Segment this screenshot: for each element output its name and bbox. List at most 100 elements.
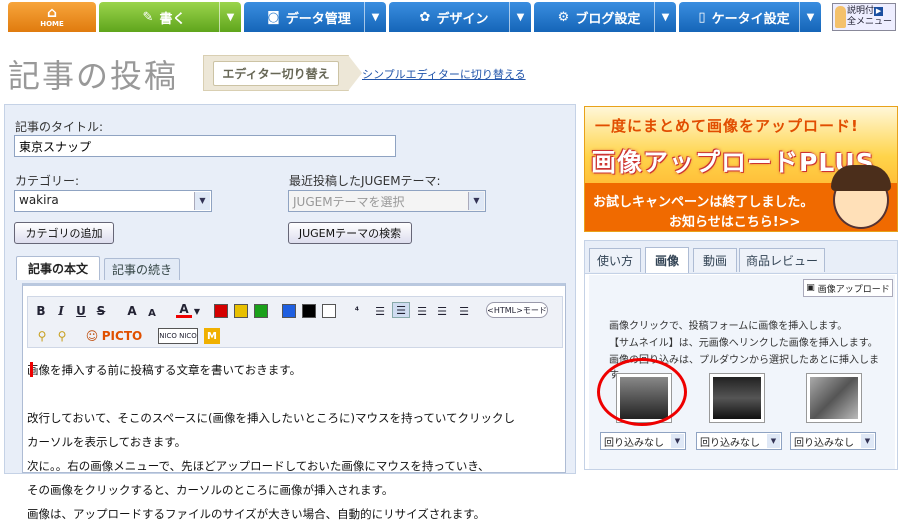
editor-line: 画像を挿入する前に投稿する文章を書いておきます。 bbox=[27, 363, 302, 377]
editor-area: B I U S A A A ▼ ⁴ ☰ ☰ ☰ ☰ ☰ <HTML>モード ⚲ … bbox=[22, 283, 566, 520]
editor-line: その画像をクリックすると、カーソルのところに画像が挿入されます。 bbox=[27, 483, 394, 497]
page-title: 記事の投稿 bbox=[8, 57, 179, 95]
banner-line-3: お試しキャンペーンは終了しました。 bbox=[593, 195, 814, 210]
title-input[interactable]: 東京スナップ bbox=[14, 135, 396, 157]
strikethrough-button[interactable]: S bbox=[94, 303, 108, 319]
editor-switch-label: エディター切り替え bbox=[213, 60, 339, 86]
underline-button[interactable]: U bbox=[74, 303, 88, 319]
tab-video[interactable]: 動画 bbox=[693, 248, 737, 272]
search-jugem-button[interactable]: JUGEMテーマの検索 bbox=[288, 222, 412, 244]
font-size-down-button[interactable]: A bbox=[146, 305, 158, 321]
color-swatch-yellow[interactable] bbox=[234, 304, 248, 318]
gear-icon: ⚙ bbox=[557, 9, 570, 25]
image-thumbnail[interactable] bbox=[806, 373, 862, 423]
help-label-2: 全メニュー bbox=[847, 17, 893, 27]
banner-line-4: お知らせはこちら!>> bbox=[669, 215, 801, 230]
wrap-select[interactable]: 回り込みなし ▼ bbox=[790, 432, 876, 450]
camera-icon: ◙ bbox=[267, 9, 280, 25]
chevron-down-icon[interactable]: ▼ bbox=[799, 2, 821, 32]
color-swatch-white[interactable] bbox=[322, 304, 336, 318]
nav-mobile-label: ケータイ設定 bbox=[711, 11, 790, 27]
picto-button[interactable]: PICTO bbox=[100, 328, 144, 344]
add-category-button[interactable]: カテゴリの追加 bbox=[14, 222, 114, 244]
help-label-1: 説明付 bbox=[847, 6, 875, 16]
mascot-hair-icon bbox=[831, 165, 891, 191]
text-cursor bbox=[30, 362, 33, 377]
html-mode-button[interactable]: <HTML>モード bbox=[486, 302, 548, 318]
nav-design[interactable]: ✿ デザイン ▼ bbox=[389, 2, 531, 32]
wrap-select-value: 回り込みなし bbox=[700, 438, 760, 449]
niconico-button[interactable]: NICO NICO bbox=[158, 328, 198, 344]
font-size-up-button[interactable]: A bbox=[124, 303, 140, 319]
nav-home[interactable]: ⌂ HOME bbox=[8, 2, 96, 32]
tab-article-continued[interactable]: 記事の続き bbox=[104, 258, 180, 280]
nav-data-label: データ管理 bbox=[285, 11, 351, 27]
category-select[interactable]: wakira ▼ bbox=[14, 190, 212, 212]
chevron-down-icon[interactable]: ▼ bbox=[364, 2, 386, 32]
chevron-down-icon[interactable]: ▼ bbox=[509, 2, 531, 32]
color-swatch-red[interactable] bbox=[214, 304, 228, 318]
editor-blank-line bbox=[27, 388, 563, 400]
jugem-theme-select[interactable]: JUGEMテーマを選択 ▼ bbox=[288, 190, 486, 212]
link-icon[interactable]: ⁴ bbox=[350, 303, 364, 319]
nav-blog-label: ブログ設定 bbox=[575, 11, 641, 27]
link-remove-icon[interactable]: ⚲ bbox=[54, 328, 70, 344]
simple-editor-link[interactable]: シンプルエディターに切り替える bbox=[362, 66, 526, 82]
color-swatch-black[interactable] bbox=[302, 304, 316, 318]
chevron-down-icon: ▼ bbox=[468, 192, 484, 210]
jugem-theme-placeholder: JUGEMテーマを選択 bbox=[293, 195, 405, 209]
nav-blog-settings[interactable]: ⚙ ブログ設定 ▼ bbox=[534, 2, 676, 32]
wrap-select[interactable]: 回り込みなし ▼ bbox=[696, 432, 782, 450]
numbered-list-icon[interactable]: ☰ bbox=[372, 303, 388, 319]
chevron-down-icon[interactable]: ▼ bbox=[654, 2, 676, 32]
image-upload-label: 画像アップロード bbox=[817, 284, 890, 295]
info-text: 画像クリックで、投稿フォームに画像を挿入します。 bbox=[609, 321, 848, 332]
editor-text[interactable]: 画像を挿入する前に投稿する文章を書いておきます。 改行しておいて、そこのスペース… bbox=[27, 352, 563, 532]
chevron-down-icon: ▼ bbox=[194, 192, 210, 210]
editor-line: 画像は、アップロードするファイルのサイズが大きい場合、自動的にリサイズされます。 bbox=[27, 507, 486, 521]
home-icon: ⌂ bbox=[46, 4, 58, 21]
link-add-icon[interactable]: ⚲ bbox=[34, 328, 50, 344]
play-icon: ▶ bbox=[874, 7, 884, 16]
image-thumbnail[interactable] bbox=[709, 373, 765, 423]
nav-mobile-settings[interactable]: ▯ ケータイ設定 ▼ bbox=[679, 2, 821, 32]
tab-image[interactable]: 画像 bbox=[645, 247, 689, 273]
image-upload-button[interactable]: ▣ 画像アップロード bbox=[803, 279, 893, 297]
editor-line: 改行しておいて、そこのスペースに(画像を挿入したいところに)マウスを持っていてク… bbox=[27, 411, 516, 425]
chevron-down-icon: ▼ bbox=[671, 434, 684, 448]
banner-line-2: 画像アップロードPLUS bbox=[591, 148, 875, 177]
chevron-down-icon[interactable]: ▼ bbox=[192, 303, 202, 319]
nav-home-label: HOME bbox=[40, 19, 64, 28]
nav-write[interactable]: ✎ 書く ▼ bbox=[99, 2, 241, 32]
tab-article-body[interactable]: 記事の本文 bbox=[16, 256, 100, 280]
jugem-theme-label: 最近投稿したJUGEMテーマ: bbox=[289, 174, 441, 188]
help-menu-button[interactable]: 説明付 ▶ 全メニュー bbox=[832, 3, 896, 31]
tab-usage[interactable]: 使い方 bbox=[589, 248, 641, 272]
nav-data[interactable]: ◙ データ管理 ▼ bbox=[244, 2, 386, 32]
emoji-face-icon[interactable]: ☺ bbox=[84, 328, 100, 344]
italic-button[interactable]: I bbox=[54, 303, 68, 319]
tab-product-review[interactable]: 商品レビュー bbox=[739, 248, 825, 272]
align-justify-icon[interactable]: ☰ bbox=[414, 303, 430, 319]
chevron-down-icon: ▼ bbox=[861, 434, 874, 448]
wrap-select[interactable]: 回り込みなし ▼ bbox=[600, 432, 686, 450]
palette-icon: ✿ bbox=[419, 9, 431, 25]
chevron-down-icon[interactable]: ▼ bbox=[219, 2, 241, 32]
title-label: 記事のタイトル: bbox=[15, 120, 104, 134]
top-navigation: ⌂ HOME ✎ 書く ▼ ◙ データ管理 ▼ ✿ デザイン ▼ ⚙ ブログ設定 ▼ ▯… bbox=[0, 0, 904, 36]
color-swatch-green[interactable] bbox=[254, 304, 268, 318]
align-center-icon[interactable]: ☰ bbox=[434, 303, 450, 319]
pencil-icon: ✎ bbox=[142, 9, 154, 25]
m-logo-icon[interactable]: M bbox=[204, 328, 220, 344]
color-swatch-blue[interactable] bbox=[282, 304, 296, 318]
align-right-icon[interactable]: ☰ bbox=[456, 303, 472, 319]
bold-button[interactable]: B bbox=[34, 303, 48, 319]
editor-switch[interactable]: エディター切り替え bbox=[203, 55, 362, 91]
banner-line-1: 一度にまとめて画像をアップロード! bbox=[595, 117, 859, 135]
upload-plus-banner[interactable]: 一度にまとめて画像をアップロード! 画像アップロードPLUS お試しキャンペーン… bbox=[584, 106, 898, 232]
align-left-icon[interactable]: ☰ bbox=[392, 302, 410, 318]
character-icon bbox=[835, 6, 846, 28]
font-color-button[interactable]: A bbox=[176, 302, 192, 318]
side-tabs: 使い方 画像 動画 商品レビュー bbox=[585, 241, 897, 274]
nav-write-label: 書く bbox=[159, 11, 186, 27]
